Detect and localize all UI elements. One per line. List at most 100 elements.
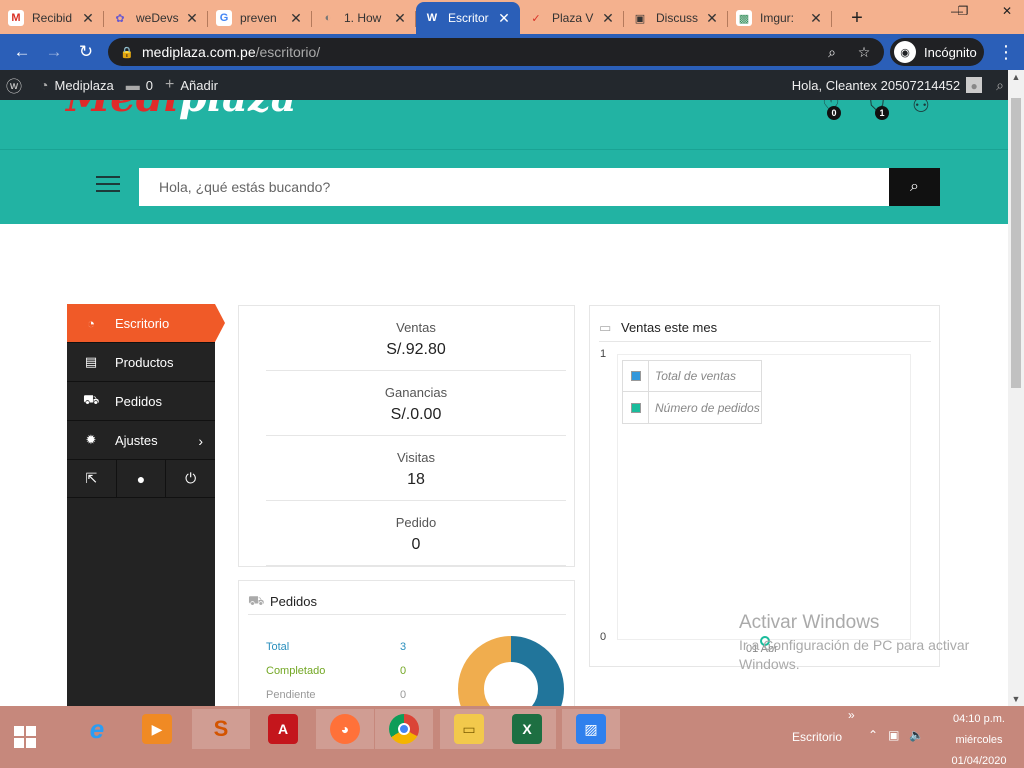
orders-card: ⛟ Pedidos Total 3 Completado 0 Pendiente… <box>238 580 575 706</box>
tab-close-icon[interactable]: ✕ <box>600 10 616 27</box>
network-icon[interactable]: ▣ <box>888 728 899 742</box>
orders-row-total[interactable]: Total 3 <box>266 641 416 659</box>
legend-item-numero-pedidos[interactable]: Número de pedidos <box>623 392 761 423</box>
y-axis-min-label: 0 <box>600 631 607 643</box>
browser-tab[interactable]: ▣ Discuss ✕ <box>624 2 728 34</box>
page-scrollbar[interactable]: ▲ ▼ <box>1008 70 1024 706</box>
admin-site-name: Mediplaza <box>54 77 114 93</box>
taskbar-clock[interactable]: 04:10 p.m. miércoles 01/04/2020 <box>940 709 1018 768</box>
browser-tab[interactable]: ✿ weDevs ✕ <box>104 2 208 34</box>
browser-tab[interactable]: ✓ Plaza V ✕ <box>520 2 624 34</box>
stat-label: Pedido <box>395 515 437 530</box>
site-logo[interactable]: Mediplaza <box>66 100 297 121</box>
scrollbar-thumb[interactable] <box>1011 98 1021 388</box>
search-button[interactable]: ⌕ <box>889 168 940 206</box>
browser-tab[interactable]: Gpreven ✕ <box>208 2 312 34</box>
zoom-icon[interactable]: ⌕ <box>820 38 844 66</box>
orders-donut-chart <box>458 636 564 706</box>
taskbar-photos[interactable]: ▨ <box>562 709 620 749</box>
nav-item-escritorio[interactable]: ◔ Escritorio <box>67 304 225 343</box>
new-tab-button[interactable]: + <box>842 2 872 34</box>
browser-tab[interactable]: ◐ 1. How ✕ <box>312 2 416 34</box>
external-link-icon[interactable]: ⇱ <box>67 460 117 497</box>
scroll-down-icon[interactable]: ▼ <box>1008 692 1024 706</box>
taskbar-internet-explorer[interactable]: e <box>68 709 126 749</box>
taskbar-media-player[interactable]: ▶ <box>128 709 186 749</box>
legend-swatch <box>630 402 641 413</box>
nav-item-productos[interactable]: ▤ Productos <box>67 343 215 382</box>
account-greeting[interactable]: Hola, Cleantex 20507214452 <box>792 78 960 93</box>
admin-site-link[interactable]: ◔ Mediplaza <box>34 70 120 100</box>
taskbar-file-explorer[interactable]: ▭ <box>440 709 498 749</box>
desktop-toolbar-label[interactable]: Escritorio <box>792 730 842 744</box>
power-logout-icon[interactable]: ⏻ <box>166 460 215 497</box>
admin-search-icon[interactable]: ⌕ <box>996 77 1004 94</box>
tab-favicon-icon: ▩ <box>736 10 752 26</box>
url-host: mediplaza.com.pe <box>142 44 256 60</box>
admin-add-new-link[interactable]: + Añadir <box>159 70 224 100</box>
clock-day: miércoles <box>955 734 1003 746</box>
reload-icon[interactable]: ↻ <box>70 36 102 68</box>
tab-title: Recibid <box>32 11 73 25</box>
search-bar: ⌕ <box>0 150 1008 224</box>
browser-menu-icon[interactable]: ⋮ <box>992 38 1020 66</box>
nav-item-pedidos[interactable]: ⛟ Pedidos <box>67 382 215 421</box>
forward-icon[interactable]: → <box>38 36 70 68</box>
bookmark-star-icon[interactable]: ☆ <box>852 38 876 66</box>
cart-icon: ⛟ <box>248 592 265 608</box>
user-profile-icon[interactable]: ● <box>117 460 167 497</box>
browser-tab[interactable]: ▩ Imgur: ✕ <box>728 2 832 34</box>
orders-row-pendiente[interactable]: Pendiente 0 <box>266 689 416 706</box>
tab-close-icon[interactable]: ✕ <box>288 10 304 27</box>
start-button[interactable] <box>0 706 50 768</box>
url-path: /escritorio/ <box>255 44 321 60</box>
stat-value: 18 <box>407 471 425 488</box>
orders-card-title: Pedidos <box>270 594 317 609</box>
tab-close-icon[interactable]: ✕ <box>496 10 512 27</box>
cart-count-badge: 1 <box>875 106 889 120</box>
avatar[interactable]: ● <box>966 77 983 93</box>
tab-close-icon[interactable]: ✕ <box>808 10 824 27</box>
chart-data-point[interactable] <box>760 636 770 646</box>
orders-row-completado[interactable]: Completado 0 <box>266 665 416 683</box>
wordpress-logo-icon[interactable]: ⓦ <box>0 70 34 100</box>
admin-comments-link[interactable]: ▬ 0 <box>120 70 159 100</box>
search-input[interactable] <box>139 168 889 206</box>
tab-close-icon[interactable]: ✕ <box>704 10 720 27</box>
comment-icon: ▬ <box>125 77 140 93</box>
system-tray: ⌃ ▣ 🔈 <box>868 728 924 742</box>
nav-item-ajustes[interactable]: ✹ Ajustes › <box>67 421 215 460</box>
tab-close-icon[interactable]: ✕ <box>184 10 200 27</box>
nav-item-label: Ajustes <box>115 432 158 448</box>
firefox-icon: ◕ <box>330 714 360 744</box>
scroll-up-icon[interactable]: ▲ <box>1008 70 1024 84</box>
stat-label: Ventas <box>396 320 436 335</box>
hamburger-menu-icon[interactable] <box>96 176 120 194</box>
taskbar-chrome[interactable] <box>375 709 433 749</box>
taskbar-firefox[interactable]: ◕ <box>316 709 374 749</box>
sales-card-header: ▭ Ventas este mes <box>599 314 931 342</box>
photos-icon: ▨ <box>576 714 606 744</box>
back-icon[interactable]: ← <box>6 36 38 68</box>
chevron-up-icon[interactable]: ⌃ <box>868 728 878 742</box>
user-account-icon[interactable]: ⚇ <box>908 100 934 118</box>
maximize-icon[interactable]: ❐ <box>946 0 980 22</box>
sales-card-title: Ventas este mes <box>621 320 718 335</box>
browser-tab[interactable]: W Escritor ✕ <box>416 2 520 34</box>
tab-close-icon[interactable]: ✕ <box>392 10 408 27</box>
address-bar[interactable]: 🔒 mediplaza.com.pe/escritorio/ <box>108 38 884 66</box>
taskbar-app-swirl[interactable]: S <box>192 709 250 749</box>
close-window-icon[interactable]: ✕ <box>990 0 1024 22</box>
tab-close-icon[interactable]: ✕ <box>80 10 96 27</box>
taskbar-acrobat[interactable]: A <box>254 709 312 749</box>
incognito-icon: ◉ <box>894 41 916 63</box>
tray-overflow-icon[interactable]: » <box>848 708 855 722</box>
stat-visitas: Visitas 18 <box>266 436 566 501</box>
volume-icon[interactable]: 🔈 <box>909 728 924 742</box>
browser-tab[interactable]: M Recibid ✕ <box>0 2 104 34</box>
tab-title: weDevs <box>136 11 179 25</box>
legend-item-total-ventas[interactable]: Total de ventas <box>623 360 761 392</box>
incognito-indicator[interactable]: ◉ Incógnito <box>890 38 984 66</box>
taskbar-excel[interactable]: X <box>498 709 556 749</box>
chevron-right-icon: › <box>198 433 203 449</box>
